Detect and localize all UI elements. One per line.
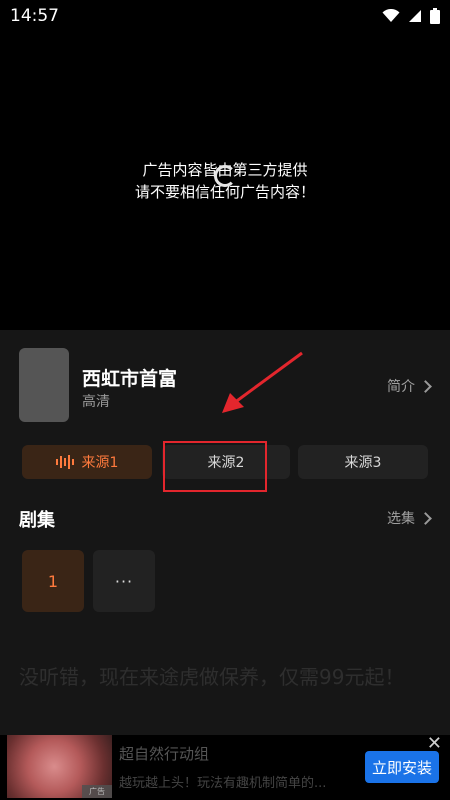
episode-button-1[interactable]: 1 <box>22 550 84 612</box>
chevron-right-icon <box>419 379 432 393</box>
episode-more-button[interactable]: ··· <box>93 550 155 612</box>
select-episode-button[interactable]: 选集 <box>387 508 432 528</box>
annotation-highlight-box <box>163 441 267 492</box>
wifi-icon <box>382 9 400 22</box>
intro-label: 简介 <box>387 379 415 395</box>
audio-wave-icon <box>55 455 74 469</box>
status-icons <box>382 8 440 24</box>
ad-notice: 广告内容皆由第三方提供 请不要相信任何广告内容！ <box>135 159 315 203</box>
episodes-heading: 剧集 <box>19 510 55 531</box>
install-button[interactable]: 立即安装 <box>365 751 439 783</box>
source-tab-1-label: 来源1 <box>81 455 119 471</box>
ad-headline[interactable]: 没听错，现在来途虎做保养，仅需99元起！ <box>19 660 419 694</box>
status-time: 14:57 <box>10 6 59 26</box>
loading-spinner-icon <box>213 165 236 187</box>
signal-icon <box>409 10 421 22</box>
select-episode-label: 选集 <box>387 511 415 527</box>
close-icon[interactable]: ✕ <box>427 733 442 754</box>
show-quality: 高清 <box>82 394 110 410</box>
ad-banner[interactable]: 广告 超自然行动组 越玩越上头！玩法有趣机制简单的... 立即安装 ✕ <box>0 733 450 800</box>
battery-icon <box>430 8 440 24</box>
poster-thumbnail <box>19 348 69 422</box>
status-bar: 14:57 <box>0 0 450 32</box>
ad-badge: 广告 <box>82 785 112 798</box>
show-title: 西虹市首富 <box>82 368 178 390</box>
ad-description: 越玩越上头！玩法有趣机制简单的... <box>119 776 327 791</box>
video-player[interactable]: 广告内容皆由第三方提供 请不要相信任何广告内容！ <box>0 32 450 330</box>
chevron-right-icon <box>419 511 432 525</box>
source-tab-3-label: 来源3 <box>344 455 382 471</box>
intro-button[interactable]: 简介 <box>387 376 432 396</box>
ad-title: 超自然行动组 <box>119 745 210 763</box>
source-tab-3[interactable]: 来源3 <box>298 445 428 479</box>
annotation-arrow-icon <box>222 351 303 413</box>
source-tab-1[interactable]: 来源1 <box>22 445 152 479</box>
